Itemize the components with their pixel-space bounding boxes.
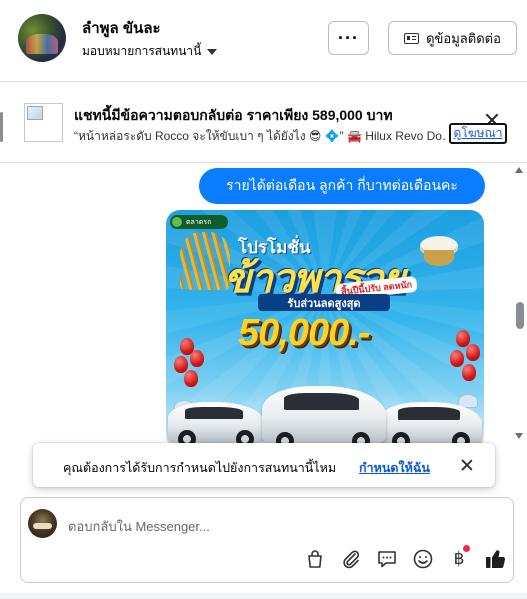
assign-conversation-dropdown[interactable]: มอบหมายการสนทนานี้ <box>82 42 218 61</box>
balloon <box>456 330 470 347</box>
car-center <box>262 386 386 450</box>
conversation-header: ลำพูล ขันละ มอบหมายการสนทนานี้ ··· ดูข้อ… <box>0 0 527 82</box>
ad-banner: แชทนี้มีข้อความตอบกลับต่อ ราคาเพียง 589,… <box>0 83 527 163</box>
car-left <box>168 402 264 448</box>
bottom-strip <box>0 593 527 599</box>
balloon <box>184 370 198 387</box>
more-icon: ··· <box>338 27 359 48</box>
baht-icon[interactable]: ฿ <box>448 545 470 570</box>
message-composer: ตอบกลับใน Messenger... ฿ <box>20 497 514 583</box>
balloon <box>466 344 480 361</box>
chat-bubble-icon[interactable] <box>376 548 398 570</box>
contact-name[interactable]: ลำพูล ขันละ <box>82 16 161 40</box>
caret-down-icon <box>207 48 218 55</box>
promo-logo: ตลาดรถ <box>170 215 228 229</box>
scrollbar-thumb[interactable] <box>516 302 524 329</box>
view-contact-label: ดูข้อมูลติดต่อ <box>426 30 501 46</box>
scroll-up-arrow[interactable] <box>515 167 523 173</box>
rice-bowl-graphic <box>416 224 462 270</box>
notification-text: คุณต้องการได้รับการกำหนดไปยังการสนทนานี้… <box>63 461 337 475</box>
more-options-button[interactable]: ··· <box>328 21 369 55</box>
promo-subtitle: รับส่วนลดสูงสุด <box>258 294 390 311</box>
balloon <box>462 364 476 381</box>
ad-description: “หน้าหล่อระดับ Rocco จะให้ขับเบา ๆ ได้ยั… <box>74 129 446 143</box>
id-card-icon <box>404 32 420 44</box>
scroll-down-arrow[interactable] <box>515 433 523 439</box>
reply-input[interactable]: ตอบกลับใน Messenger... <box>68 516 210 537</box>
paperclip-icon[interactable] <box>340 548 362 570</box>
promo-amount: 50,000.- <box>238 312 370 354</box>
assign-label: มอบหมายการสนทนานี้ <box>82 44 202 58</box>
ad-thumbnail <box>24 103 63 142</box>
resize-handle[interactable] <box>0 112 3 142</box>
smiley-icon[interactable] <box>412 548 434 570</box>
avatar[interactable] <box>18 14 66 62</box>
promo-image[interactable]: ตลาดรถ โปรโมชั่น ข้าวพารวย สิ้นปีนี้ปรับ… <box>166 210 484 450</box>
page-avatar <box>28 509 57 538</box>
baht-symbol: ฿ <box>453 549 465 569</box>
view-contact-button[interactable]: ดูข้อมูลติดต่อ <box>388 21 517 55</box>
balloon <box>174 356 188 373</box>
view-ad-link[interactable]: ดูโฆษณา <box>449 123 507 144</box>
close-icon[interactable] <box>461 459 473 471</box>
composer-toolbar: ฿ <box>304 545 520 570</box>
ad-title: แชทนี้มีข้อความตอบกลับต่อ ราคาเพียง 589,… <box>74 107 393 123</box>
wheat-graphic <box>180 232 230 290</box>
thumbs-up-icon[interactable] <box>484 548 506 570</box>
bag-icon[interactable] <box>304 548 326 570</box>
message-text: รายได้ต่อเดือน ลูกค้า กี่บาทต่อเดือนคะ <box>226 177 458 193</box>
car-right <box>380 402 482 450</box>
assign-notification: คุณต้องการได้รับการกำหนดไปยังการสนทนานี้… <box>33 443 495 487</box>
message-bubble[interactable]: รายได้ต่อเดือน ลูกค้า กี่บาทต่อเดือนคะ <box>199 168 485 204</box>
balloon <box>450 350 464 367</box>
assign-to-me-link[interactable]: กำหนดให้ฉัน <box>359 458 430 478</box>
notification-dot <box>463 545 470 552</box>
balloon <box>190 350 204 367</box>
